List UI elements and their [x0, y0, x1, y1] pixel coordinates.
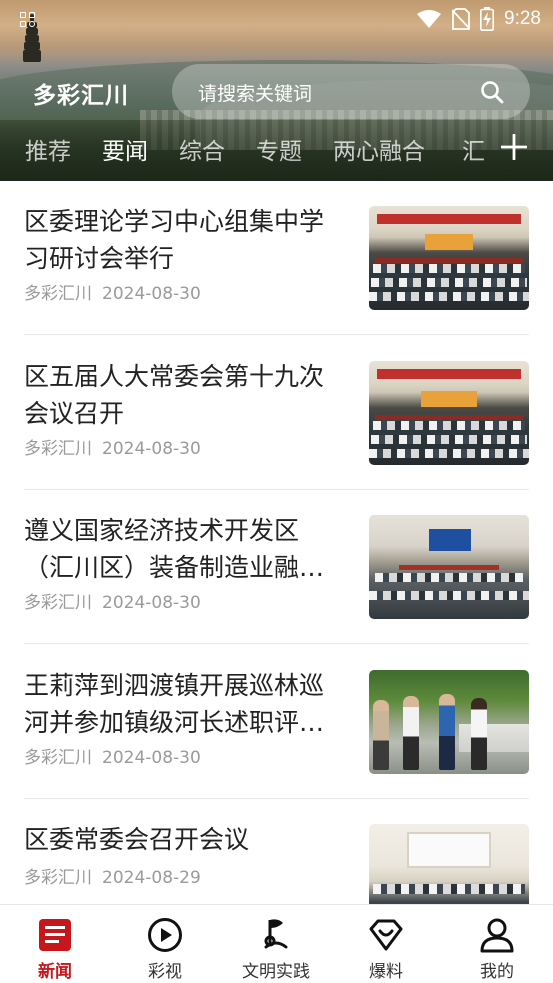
news-list: 区委理论学习中心组集中学习研讨会举行 多彩汇川 2024-08-30 区五届人大常…	[0, 181, 553, 904]
news-thumbnail[interactable]	[369, 824, 529, 904]
news-title[interactable]: 王莉萍到泗渡镇开展巡林巡河并参加镇级河长述职评议…	[24, 667, 340, 741]
news-date: 2024-08-29	[102, 868, 201, 888]
search-placeholder: 请搜索关键词	[198, 83, 313, 105]
no-sim-icon	[452, 8, 471, 30]
tab-recommend[interactable]: 推荐	[25, 132, 71, 166]
news-date: 2024-08-30	[102, 284, 201, 304]
nav-profile[interactable]: 我的	[442, 905, 552, 983]
news-meta: 多彩汇川 2024-08-30	[24, 279, 201, 304]
flag-icon[interactable]	[258, 917, 294, 953]
news-source: 多彩汇川	[24, 868, 92, 888]
status-icons: 9:28	[416, 6, 541, 32]
bottom-nav: 新闻 彩视 文明实践 爆料 我的	[0, 904, 553, 983]
news-source: 多彩汇川	[24, 748, 92, 768]
news-item[interactable]: 遵义国家经济技术开发区（汇川区）装备制造业融入… 多彩汇川 2024-08-30	[24, 490, 529, 644]
news-title[interactable]: 区五届人大常委会第十九次会议召开	[24, 358, 340, 432]
header: 9:28 多彩汇川 请搜索关键词 推荐 要闻 综合 专题 两心融合 汇	[0, 0, 553, 181]
news-date: 2024-08-30	[102, 439, 201, 459]
news-thumbnail[interactable]	[369, 670, 529, 774]
app-grid-icon	[20, 12, 36, 28]
tab-two-hearts[interactable]: 两心融合	[333, 132, 425, 166]
nav-news[interactable]: 新闻	[0, 905, 110, 983]
user-icon[interactable]	[479, 917, 515, 953]
tab-general[interactable]: 综合	[179, 132, 225, 166]
search-icon[interactable]	[480, 80, 504, 104]
news-icon[interactable]	[37, 917, 73, 953]
nav-report[interactable]: 爆料	[331, 905, 441, 983]
news-item[interactable]: 区五届人大常委会第十九次会议召开 多彩汇川 2024-08-30	[24, 336, 529, 490]
news-title[interactable]: 区委常委会召开会议	[24, 821, 340, 858]
heart-diamond-icon[interactable]	[368, 917, 404, 953]
news-source: 多彩汇川	[24, 439, 92, 459]
news-item[interactable]: 区委常委会召开会议 多彩汇川 2024-08-29	[24, 799, 529, 904]
divider	[24, 643, 529, 644]
tab-headlines[interactable]: 要闻	[102, 132, 148, 166]
nav-label: 新闻	[38, 962, 72, 982]
battery-charging-icon	[480, 7, 495, 31]
news-thumbnail[interactable]	[369, 515, 529, 619]
divider	[24, 334, 529, 335]
status-time: 9:28	[504, 8, 541, 29]
nav-label: 爆料	[369, 962, 403, 982]
news-title[interactable]: 区委理论学习中心组集中学习研讨会举行	[24, 203, 340, 277]
news-meta: 多彩汇川 2024-08-29	[24, 863, 201, 888]
nav-label: 文明实践	[242, 962, 310, 982]
news-date: 2024-08-30	[102, 593, 201, 613]
nav-video[interactable]: 彩视	[110, 905, 220, 983]
nav-civilization[interactable]: 文明实践	[221, 905, 331, 983]
tab-huichuan[interactable]: 汇	[462, 132, 485, 166]
news-thumbnail[interactable]	[369, 206, 529, 310]
news-item[interactable]: 区委理论学习中心组集中学习研讨会举行 多彩汇川 2024-08-30	[24, 181, 529, 335]
news-title[interactable]: 遵义国家经济技术开发区（汇川区）装备制造业融入…	[24, 512, 340, 586]
news-meta: 多彩汇川 2024-08-30	[24, 743, 201, 768]
app-root: 9:28 多彩汇川 请搜索关键词 推荐 要闻 综合 专题 两心融合 汇 区委理论…	[0, 0, 553, 983]
news-meta: 多彩汇川 2024-08-30	[24, 588, 201, 613]
nav-label: 我的	[480, 962, 514, 982]
nav-label: 彩视	[148, 962, 182, 982]
search-input[interactable]: 请搜索关键词	[172, 64, 530, 119]
news-item[interactable]: 王莉萍到泗渡镇开展巡林巡河并参加镇级河长述职评议… 多彩汇川 2024-08-30	[24, 645, 529, 799]
news-source: 多彩汇川	[24, 284, 92, 304]
status-bar: 9:28	[0, 0, 553, 40]
news-source: 多彩汇川	[24, 593, 92, 613]
wifi-icon	[417, 10, 442, 28]
category-tabs: 推荐 要闻 综合 专题 两心融合 汇	[0, 132, 553, 172]
tab-topics[interactable]: 专题	[256, 132, 302, 166]
app-title: 多彩汇川	[33, 83, 129, 109]
add-tab-icon[interactable]	[501, 134, 527, 160]
news-thumbnail[interactable]	[369, 361, 529, 465]
news-date: 2024-08-30	[102, 748, 201, 768]
news-meta: 多彩汇川 2024-08-30	[24, 434, 201, 459]
play-icon[interactable]	[147, 917, 183, 953]
